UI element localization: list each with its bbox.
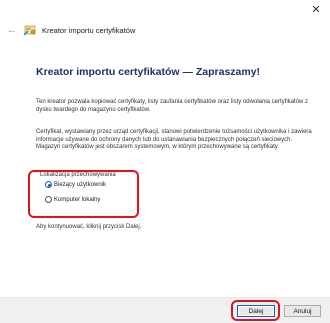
back-arrow-icon: ← bbox=[6, 24, 18, 36]
store-location-label: Lokalizacja przechowywania bbox=[40, 172, 116, 178]
wizard-footer bbox=[0, 297, 330, 323]
continue-hint: Aby kontynuować, kliknij przycisk Dalej. bbox=[36, 224, 142, 230]
wizard-title: Kreator importu certyfikatów bbox=[42, 25, 136, 35]
intro-text: Ten kreator pozwala kopiować certyfikaty… bbox=[36, 99, 309, 113]
back-button[interactable]: ← bbox=[5, 23, 19, 37]
next-button[interactable]: Dalej bbox=[237, 305, 275, 317]
page-heading: Kreator importu certyfikatów — Zapraszam… bbox=[36, 66, 261, 78]
certificate-wizard-icon bbox=[23, 25, 36, 36]
radio-local-machine[interactable]: Komputer lokalny bbox=[45, 196, 100, 203]
radio-unselected-icon bbox=[45, 196, 52, 203]
wizard-header: ← Kreator importu certyfikatów bbox=[0, 20, 330, 40]
radio-local-machine-label: Komputer lokalny bbox=[54, 196, 101, 203]
radio-current-user-label: Bieżący użytkownik bbox=[54, 181, 107, 188]
radio-current-user[interactable]: Bieżący użytkownik bbox=[45, 181, 106, 188]
close-icon: ✕ bbox=[311, 3, 321, 16]
radio-selected-icon bbox=[45, 181, 52, 188]
cancel-button[interactable]: Anuluj bbox=[284, 305, 321, 317]
close-button[interactable]: ✕ bbox=[306, 0, 326, 18]
description-text: Certyfikat, wystawiany przez urząd certy… bbox=[36, 129, 312, 151]
